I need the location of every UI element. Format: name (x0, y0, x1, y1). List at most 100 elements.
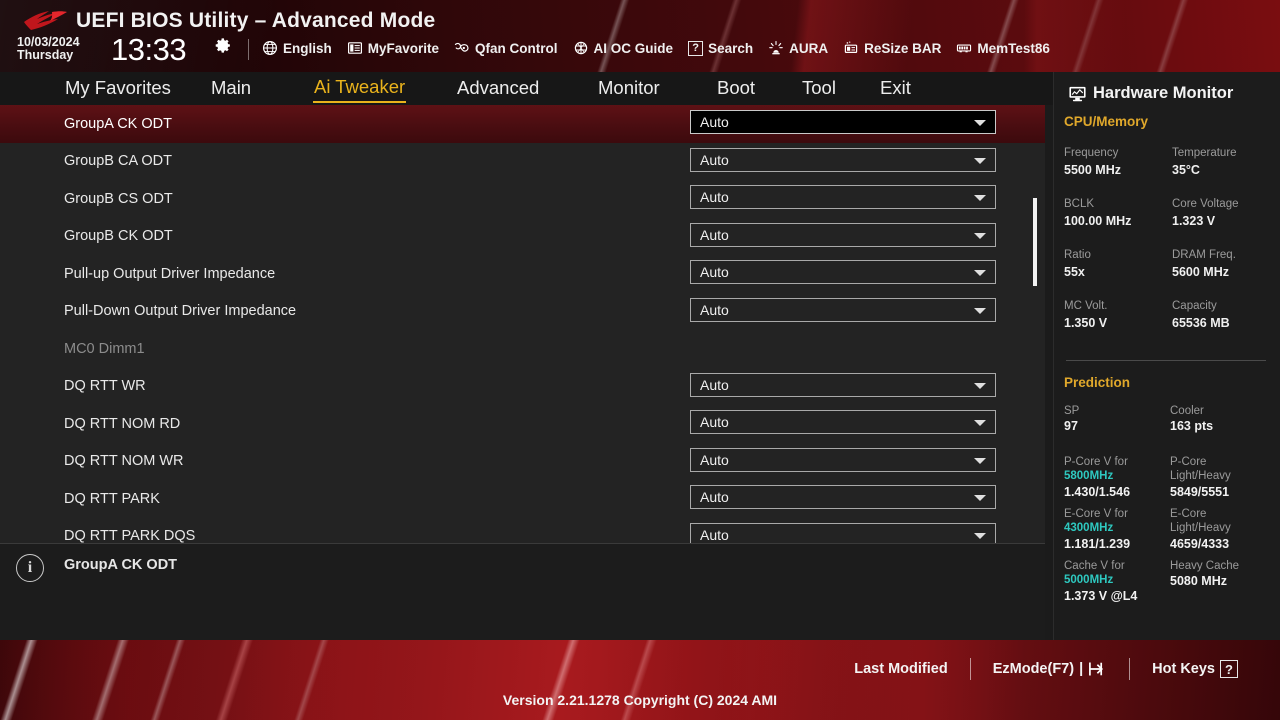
settings-row[interactable]: DQ RTT PARK Auto (0, 480, 1045, 518)
footer-actions: Last Modified EzMode(F7) | Hot Keys ? (832, 658, 1260, 680)
chevron-down-icon (974, 495, 986, 501)
toolbar-label-english: English (283, 40, 332, 56)
settings-dropdown[interactable]: Auto (690, 485, 996, 509)
settings-dropdown-value: Auto (700, 189, 729, 205)
settings-row-label: Pull-up Output Driver Impedance (64, 265, 276, 282)
settings-dropdown[interactable]: Auto (690, 410, 996, 434)
toolbar-item-myfavorite[interactable]: MyFavorite (347, 40, 439, 56)
toolbar-item-english[interactable]: English (262, 40, 332, 56)
hwmon-section-prediction: Prediction (1064, 375, 1131, 390)
toolbar-label-resize-bar: ReSize BAR (864, 40, 942, 56)
scrollbar-thumb[interactable] (1033, 198, 1037, 286)
header-bar: UEFI BIOS Utility – Advanced Mode 10/03/… (0, 0, 1280, 72)
settings-row[interactable]: DQ RTT WR Auto (0, 368, 1045, 406)
settings-dropdown-value: Auto (700, 451, 729, 468)
hwmon-stat-value: 5600 MHz (1172, 264, 1229, 279)
ezmode-button[interactable]: EzMode(F7) | (971, 661, 1129, 677)
settings-dropdown-value: Auto (700, 151, 729, 168)
settings-row-label: GroupB CA ODT (64, 153, 172, 170)
settings-row[interactable]: GroupB CA ODT Auto (0, 143, 1045, 181)
ezmode-pipe: | (1079, 661, 1084, 677)
hwmon-sp: SP 97 (1064, 404, 1164, 435)
settings-dropdown-value: Auto (700, 376, 729, 393)
settings-row[interactable]: DQ RTT NOM RD Auto (0, 405, 1045, 443)
toolbar-item-aura[interactable]: AURA (768, 40, 828, 56)
hwmon-ecore-v: E-Core V for 4300MHz 1.181/1.239 (1064, 507, 1164, 552)
hotkeys-button[interactable]: Hot Keys ? (1130, 660, 1260, 678)
chevron-down-icon (974, 195, 986, 201)
memtest-icon (957, 44, 972, 53)
hwmon-cache-v: Cache V for 5000MHz 1.373 V @L4 (1064, 559, 1164, 604)
settings-row[interactable]: DQ RTT PARK DQS Auto (0, 518, 1045, 543)
nav-item-ai-tweaker[interactable]: Ai Tweaker (313, 74, 407, 103)
hwmon-pcore-lightheavy-value: 5849/5551 (1170, 484, 1230, 499)
nav-item-boot[interactable]: Boot (716, 75, 756, 102)
settings-row[interactable]: Pull-up Output Driver Impedance Auto (0, 255, 1045, 293)
hwmon-pcore-v: P-Core V for 5800MHz 1.430/1.546 (1064, 455, 1164, 500)
nav-item-exit[interactable]: Exit (879, 75, 912, 102)
settings-dropdown[interactable]: Auto (690, 260, 996, 284)
toolbar-label-myfavorite: MyFavorite (367, 40, 440, 56)
settings-dropdown[interactable]: Auto (690, 110, 996, 134)
hwmon-stat-pair: BCLK 100.00 MHz Core Voltage 1.323 V (1064, 197, 1274, 248)
chevron-down-icon (974, 420, 986, 426)
gear-icon[interactable] (215, 37, 232, 54)
settings-dropdown[interactable]: Auto (690, 185, 996, 209)
hwmon-stat: BCLK 100.00 MHz (1064, 197, 1164, 229)
hwmon-prediction-row: SP 97 Cooler 163 pts (1064, 404, 1276, 455)
hwmon-stat-key: Temperature (1172, 147, 1237, 159)
list-scrollbar[interactable] (1033, 110, 1037, 535)
settings-dropdown[interactable]: Auto (690, 447, 996, 472)
toolbar-item-ai-oc-guide[interactable]: AI OC Guide (573, 40, 673, 56)
hwmon-ecore-key: E-Core V for 4300MHz (1064, 508, 1128, 535)
settings-dropdown[interactable]: Auto (690, 222, 996, 247)
settings-dropdown[interactable]: Auto (690, 147, 996, 172)
date-display: 10/03/2024 Thursday (17, 35, 80, 62)
rog-logo-icon (24, 11, 67, 30)
settings-row[interactable]: GroupB CK ODT Auto (0, 218, 1045, 256)
hwmon-cooler-value: 163 pts (1170, 419, 1214, 434)
toolbar-item-memtest86[interactable]: MemTest86 (956, 40, 1050, 56)
chevron-down-icon (974, 270, 986, 276)
last-modified-label: Last Modified (854, 661, 948, 677)
footer-bar: Last Modified EzMode(F7) | Hot Keys ? (0, 640, 1280, 720)
hwmon-stat: Frequency 5500 MHz (1064, 146, 1164, 178)
hwmon-stat-value: 1.323 V (1172, 213, 1216, 228)
fan-icon (454, 42, 469, 52)
settings-row[interactable]: GroupB CS ODT Auto (0, 180, 1045, 218)
help-description-text: GroupA CK ODT (64, 557, 178, 573)
hwmon-stat-key: DRAM Freq. (1172, 249, 1236, 261)
toolbar-label-memtest86: MemTest86 (977, 40, 1050, 56)
hardware-monitor-title: Hardware Monitor (1068, 84, 1233, 103)
nav-item-main[interactable]: Main (210, 75, 252, 102)
settings-row[interactable]: Pull-Down Output Driver Impedance Auto (0, 293, 1045, 331)
hwmon-stat-key: Frequency (1064, 147, 1119, 159)
hwmon-stat-value: 35°C (1172, 162, 1200, 177)
version-text: Version 2.21.1278 Copyright (C) 2024 AMI (502, 692, 778, 708)
ezmode-label: EzMode(F7) (992, 661, 1075, 677)
settings-row[interactable]: GroupA CK ODT Auto (0, 105, 1045, 143)
toolbar-item-search[interactable]: ? Search (688, 40, 753, 56)
nav-item-advanced[interactable]: Advanced (456, 75, 540, 102)
settings-row-label: GroupA CK ODT (64, 115, 172, 132)
settings-dropdown[interactable]: Auto (690, 372, 996, 397)
settings-row-label: Pull-Down Output Driver Impedance (64, 303, 297, 320)
nav-item-my-favorites[interactable]: My Favorites (64, 75, 172, 102)
settings-dropdown[interactable]: Auto (690, 297, 996, 322)
hwmon-stat-key: MC Volt. (1064, 300, 1108, 312)
nav-item-tool[interactable]: Tool (801, 75, 837, 102)
info-icon: i (16, 554, 44, 582)
hwmon-stat-value: 55x (1064, 264, 1085, 279)
hwmon-cache-key: Cache V for 5000MHz (1064, 560, 1125, 587)
settings-row[interactable]: DQ RTT NOM WR Auto (0, 443, 1045, 481)
nav-item-monitor[interactable]: Monitor (597, 75, 661, 102)
toolbar-item-qfan-control[interactable]: Qfan Control (454, 40, 558, 56)
hwmon-stat: Capacity 65536 MB (1172, 299, 1272, 331)
last-modified-button[interactable]: Last Modified (832, 661, 969, 677)
hardware-monitor-title-text: Hardware Monitor (1093, 84, 1234, 102)
toolbar-item-resize-bar[interactable]: ReSize BAR (843, 40, 941, 56)
settings-dropdown[interactable]: Auto (690, 522, 996, 543)
settings-dropdown-value: Auto (700, 526, 729, 543)
chevron-down-icon (974, 457, 986, 464)
hwmon-pcore-lightheavy-key: P-Core Light/Heavy (1170, 456, 1231, 483)
